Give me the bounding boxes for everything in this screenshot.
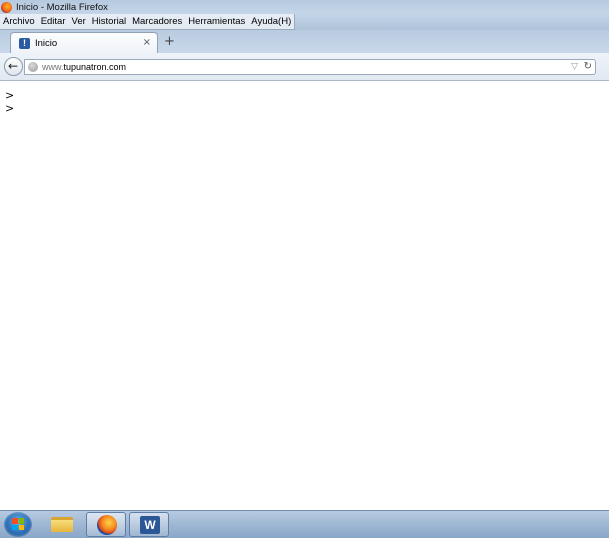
menu-ayuda[interactable]: Ayuda(H)	[248, 16, 294, 27]
explorer-folder-icon	[51, 517, 73, 532]
reload-icon[interactable]: ↻	[584, 60, 592, 73]
word-icon: W	[140, 516, 160, 534]
url-bar[interactable]: www.tupunatron.com ▽ ↻	[24, 59, 596, 75]
site-favicon-icon: !	[19, 38, 30, 49]
firefox-icon	[1, 1, 12, 13]
browser-window: Inicio - Mozilla Firefox Archivo Editar …	[0, 0, 609, 538]
page-content: > >	[0, 81, 609, 510]
menu-archivo[interactable]: Archivo	[0, 16, 38, 27]
start-button[interactable]	[4, 512, 32, 537]
window-title: Inicio - Mozilla Firefox	[16, 1, 108, 13]
title-row: Inicio - Mozilla Firefox	[0, 0, 108, 14]
globe-icon	[28, 62, 38, 72]
menu-editar[interactable]: Editar	[38, 16, 69, 27]
content-line-1: >	[5, 89, 15, 102]
taskbar-firefox-button[interactable]	[86, 512, 126, 537]
history-dropdown-icon[interactable]: ▽	[571, 61, 578, 73]
new-tab-button[interactable]: +	[164, 35, 175, 49]
menu-ver[interactable]: Ver	[69, 16, 89, 27]
url-prefix: www.	[42, 62, 64, 72]
tab-label: Inicio	[35, 38, 58, 49]
url-text: www.tupunatron.com	[42, 61, 126, 73]
url-domain: tupunatron.com	[63, 62, 127, 72]
windows-start-icon	[12, 518, 24, 530]
taskbar-word-button[interactable]: W	[129, 512, 169, 537]
taskbar-explorer-button[interactable]	[41, 512, 81, 537]
navigation-toolbar: ← www.tupunatron.com ▽ ↻	[0, 53, 609, 81]
back-arrow-icon: ←	[8, 59, 19, 73]
tab-inicio[interactable]: ! Inicio ×	[10, 32, 158, 54]
menu-herramientas[interactable]: Herramientas	[185, 16, 248, 27]
menu-marcadores[interactable]: Marcadores	[129, 16, 185, 27]
title-bar: Inicio - Mozilla Firefox Archivo Editar …	[0, 0, 609, 30]
menu-historial[interactable]: Historial	[89, 16, 129, 27]
taskbar: W	[0, 510, 609, 538]
menu-bar: Archivo Editar Ver Historial Marcadores …	[0, 14, 296, 30]
close-tab-icon[interactable]: ×	[143, 37, 151, 49]
tab-strip: ! Inicio × +	[0, 30, 609, 54]
back-button[interactable]: ←	[4, 57, 23, 76]
firefox-icon	[97, 515, 117, 535]
content-line-2: >	[5, 102, 15, 115]
